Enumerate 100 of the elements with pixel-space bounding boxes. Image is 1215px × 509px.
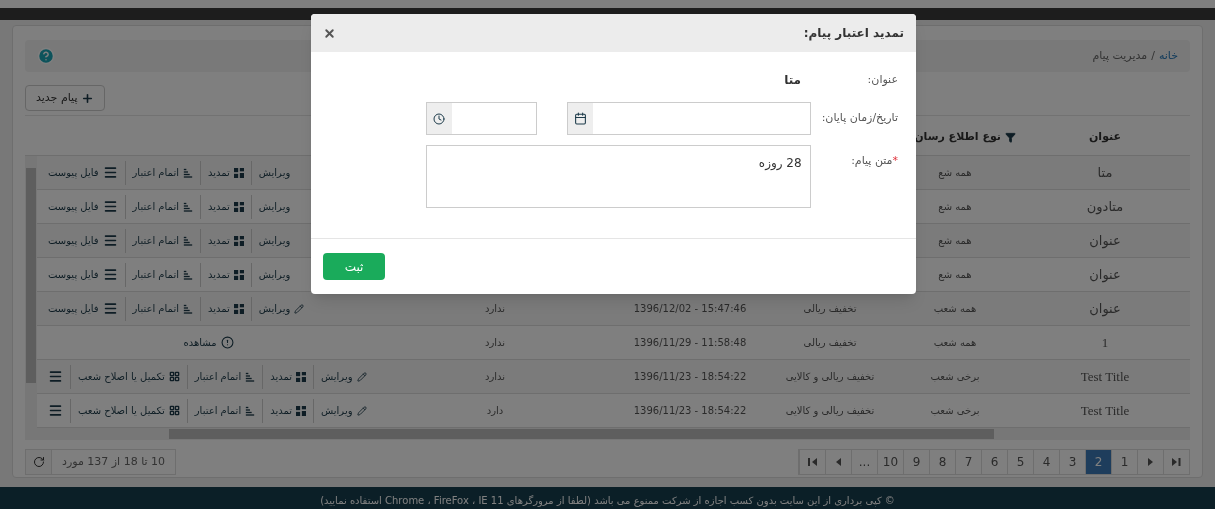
steps-icon	[182, 235, 193, 246]
page-button[interactable]: 2	[1085, 450, 1111, 474]
action-button[interactable]: تمدید	[200, 296, 252, 321]
table-cell: ندارد	[484, 303, 506, 314]
action-button[interactable]: تمدید	[263, 364, 315, 389]
plus-icon	[81, 91, 95, 105]
table-cell: 1396/12/02 - 15:47:46	[633, 303, 747, 314]
pencil-icon	[294, 303, 305, 314]
action-button[interactable]: فایل پیوست	[41, 228, 126, 253]
breadcrumb-separator: /	[1151, 47, 1155, 64]
list-icon	[102, 301, 118, 316]
action-button[interactable]: تمدید	[200, 262, 252, 287]
table-cell: دارد	[486, 405, 504, 416]
action-button[interactable]: تمدید	[200, 194, 252, 219]
horizontal-scrollbar[interactable]	[25, 428, 1190, 440]
field-label: عنوان:	[866, 71, 898, 88]
table-cell: 1396/11/23 - 18:54:22	[633, 371, 747, 382]
first-page-icon	[808, 458, 817, 466]
grid-icon	[233, 303, 244, 314]
date-field[interactable]	[566, 102, 811, 135]
table-cell: 1396/11/23 - 18:54:22	[633, 405, 747, 416]
close-icon[interactable]	[323, 26, 336, 40]
action-button[interactable]: تمدید	[200, 228, 252, 253]
breadcrumb-link[interactable]: خانه	[1158, 47, 1178, 65]
grid-icon	[233, 201, 244, 212]
footer-text: © کپی برداری از این سایت بدون کسب اجازه از شرکت ممنوع می باشد (لطفا از مرورگرهای Chrome ، FireFox ، IE 11 استفاده نمایید)	[320, 494, 895, 508]
action-button[interactable]: اتمام اعتبار	[125, 262, 201, 287]
table-cell: همه شع	[938, 235, 972, 246]
filter-icon	[1005, 131, 1016, 143]
action-button[interactable]: ویرایش	[251, 228, 298, 253]
menu-icon	[48, 369, 63, 384]
submit-button[interactable]: ثبت	[323, 253, 385, 280]
action-button[interactable]: اتمام اعتبار	[125, 296, 201, 321]
message-text-field[interactable]: 28 روزه	[426, 145, 811, 208]
steps-icon	[245, 371, 256, 382]
table-cell: متا	[1097, 164, 1113, 180]
action-button[interactable]: اتمام اعتبار	[125, 194, 201, 219]
table-cell: Test Title	[1080, 402, 1130, 418]
previous-page-icon	[836, 458, 841, 466]
action-button[interactable]: فایل پیوست	[41, 262, 126, 287]
action-button[interactable]: تکمیل یا اصلاح شعب	[71, 364, 188, 389]
steps-icon	[182, 303, 193, 314]
list-icon	[102, 233, 118, 248]
table-cell: تخفیف ریالی و کالایی	[785, 405, 875, 416]
grid-icon	[233, 269, 244, 280]
pencil-icon	[356, 405, 367, 416]
action-button[interactable]: تمدید	[263, 398, 315, 423]
field-label: متن پیام:	[851, 153, 893, 169]
action-button[interactable]: اتمام اعتبار	[187, 364, 264, 389]
time-field[interactable]	[426, 102, 537, 135]
action-button[interactable]: ویرایش	[251, 296, 312, 321]
action-button[interactable]: فایل پیوست	[41, 160, 126, 185]
action-button[interactable]: ویرایش	[314, 398, 374, 423]
grid-icon	[233, 167, 244, 178]
table-cell: عنوان	[1089, 232, 1121, 248]
table-cell: ندارد	[484, 337, 506, 348]
steps-icon	[182, 167, 193, 178]
list-icon	[102, 165, 118, 180]
refresh-button[interactable]	[26, 450, 52, 474]
column-header[interactable]: نوع اطلاع رسان	[914, 128, 1016, 146]
refresh-icon	[32, 456, 45, 468]
vertical-scrollbar[interactable]	[25, 156, 37, 428]
table-cell: همه شع	[938, 201, 972, 212]
list-icon	[102, 199, 118, 214]
action-button[interactable]: تمدید	[200, 160, 252, 185]
action-button[interactable]: مشاهده	[176, 330, 241, 355]
action-button[interactable]: فایل پیوست	[41, 194, 126, 219]
action-button[interactable]: فایل پیوست	[41, 296, 126, 321]
action-button[interactable]: ویرایش	[251, 194, 298, 219]
help-icon[interactable]	[37, 47, 55, 65]
info-icon	[220, 336, 234, 349]
table-cell: برخی شعب	[930, 405, 980, 416]
table-cell: Test Title	[1080, 368, 1130, 384]
action-button[interactable]: اتمام اعتبار	[125, 228, 201, 253]
next-page-icon	[1148, 458, 1153, 466]
field-label: تاریخ/زمان پایان:	[820, 110, 898, 126]
table-cell: عنوان	[1089, 266, 1121, 282]
action-button[interactable]: ویرایش	[314, 364, 374, 389]
breadcrumb-current: مدیریت پیام	[1092, 47, 1148, 64]
record-count: 10 تا 18 از 137 مورد	[61, 453, 167, 470]
list-icon	[102, 267, 118, 282]
column-header[interactable]: عنوان	[1088, 128, 1122, 146]
table-cell: تخفیف ریالی و کالایی	[785, 371, 875, 382]
grid-icon	[233, 235, 244, 246]
table-cell: همه شع	[938, 269, 972, 280]
action-button[interactable]: تکمیل یا اصلاح شعب	[71, 398, 188, 423]
action-button[interactable]: اتمام اعتبار	[125, 160, 201, 185]
new-message-button[interactable]: پیام جدید	[25, 85, 106, 111]
calendar-icon	[573, 112, 587, 125]
table-cell: همه شع	[938, 167, 972, 178]
tiles-icon	[168, 371, 180, 382]
table-cell: 1396/11/29 - 11:58:48	[633, 337, 747, 348]
table-cell: 1	[1101, 334, 1109, 350]
action-button[interactable]: ویرایش	[251, 160, 298, 185]
grid-icon	[296, 405, 307, 416]
clock-icon	[433, 112, 446, 125]
action-button[interactable]: ویرایش	[251, 262, 298, 287]
dialog-title: تمدید اعتبار پیام:	[803, 25, 904, 42]
action-button[interactable]: اتمام اعتبار	[187, 398, 264, 423]
pencil-icon	[356, 371, 367, 382]
